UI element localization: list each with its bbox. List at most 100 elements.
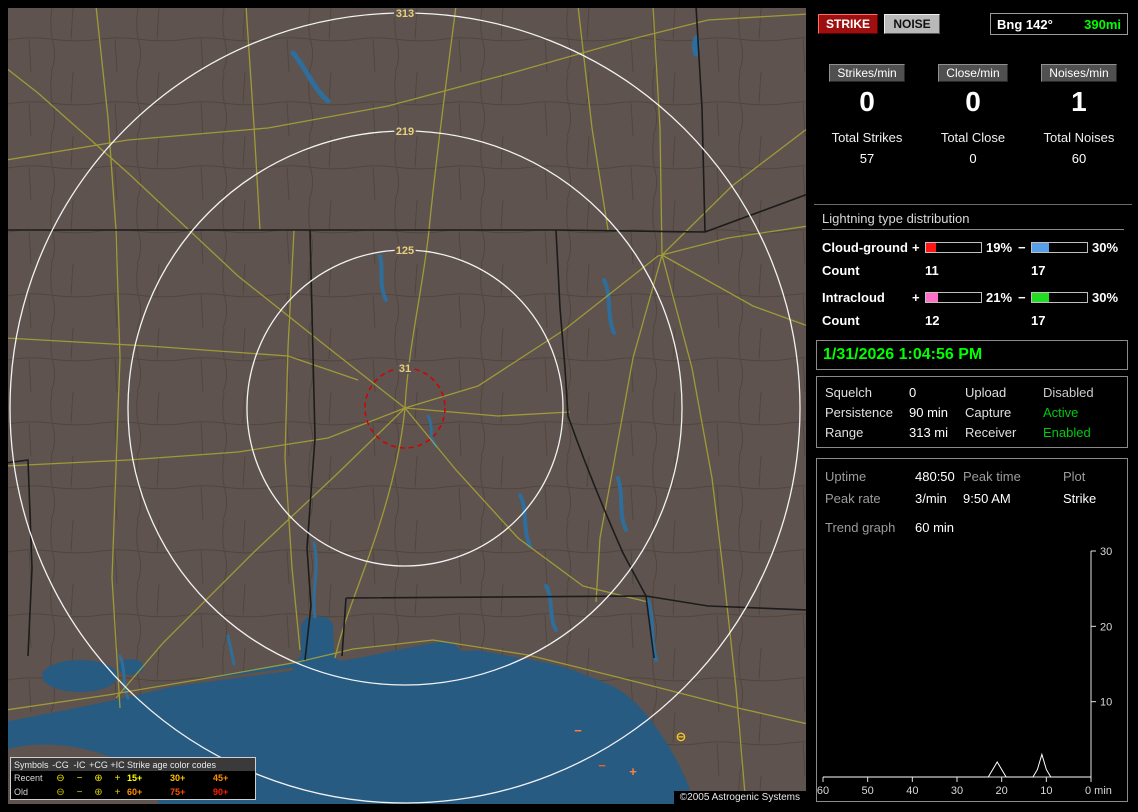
- svg-text:60: 60: [817, 785, 829, 797]
- ic-positive-count: 12: [925, 312, 940, 328]
- copyright-notice: ©2005 Astrogenic Systems: [673, 791, 806, 804]
- age-60: 60+: [127, 787, 143, 797]
- lightning-type-distribution: Lightning type distribution Cloud-ground…: [814, 204, 1132, 336]
- legend-symbols-title: Symbols: [14, 759, 49, 770]
- plus-sign: +: [912, 289, 920, 305]
- neg-cg-icon: ⊖: [56, 786, 65, 798]
- pos-ic-icon: +: [114, 772, 121, 784]
- noise-button[interactable]: NOISE: [884, 14, 940, 34]
- minus-sign: −: [1018, 239, 1026, 255]
- cg-positive-bar: [925, 241, 982, 253]
- age-90: 90+: [213, 787, 229, 797]
- legend-header: Symbols -CG -IC +CG +IC Strike age color…: [11, 758, 255, 771]
- ring-label-31: 31: [399, 363, 411, 375]
- trend-window-value: 60 min: [915, 519, 955, 535]
- trend-graph: 30 20 10 60 50 40 30 20 10 0 min: [817, 546, 1112, 797]
- svg-text:⊖: ⊖: [676, 729, 687, 744]
- distribution-title: Lightning type distribution: [822, 211, 1124, 230]
- range-value: 313 mi: [909, 424, 949, 440]
- intracloud-counts: Count 12 17: [814, 310, 1132, 330]
- bearing-readout: Bng 142° 390mi: [990, 13, 1128, 35]
- close-per-min-value: 0: [965, 86, 981, 117]
- status-box: Squelch 0 Upload Disabled Persistence 90…: [816, 376, 1128, 448]
- datetime-value: 1/31/2026 1:04:56 PM: [823, 346, 983, 363]
- total-noises-label: Total Noises: [1043, 130, 1115, 145]
- peak-rate-value: 3/min: [915, 490, 947, 506]
- rate-counters: Strikes/min 0 Total Strikes 57 Close/min…: [814, 64, 1132, 166]
- cg-negative-count: 17: [1031, 262, 1046, 278]
- noises-per-min-label: Noises/min: [1041, 64, 1117, 82]
- legend-age-title: Strike age color codes: [127, 759, 217, 770]
- ic-negative-pct: 30%: [1092, 289, 1119, 305]
- status-row: Persistence 90 min Capture Active: [825, 404, 1079, 420]
- total-close-label: Total Close: [940, 130, 1006, 145]
- total-strikes-label: Total Strikes: [831, 130, 903, 145]
- svg-text:10: 10: [1100, 697, 1112, 709]
- ring-label-125: 125: [396, 245, 414, 257]
- close-column: Close/min 0 Total Close 0: [920, 64, 1026, 166]
- neg-ic-icon: −: [76, 786, 83, 798]
- status-row: Squelch 0 Upload Disabled: [825, 384, 1094, 400]
- svg-text:+: +: [629, 764, 637, 779]
- noises-column: Noises/min 1 Total Noises 60: [1026, 64, 1132, 166]
- legend-row-recent: Recent ⊖ − ⊕ + 15+ 30+ 45+: [11, 771, 255, 785]
- svg-text:10: 10: [1040, 785, 1052, 797]
- ic-negative-bar: [1031, 291, 1088, 303]
- persistence-value: 90 min: [909, 404, 949, 420]
- ic-negative-count: 17: [1031, 312, 1046, 328]
- lightning-map[interactable]: 313 219 125 31 − − + ⊖ Symbols -CG -IC +CG …: [8, 8, 806, 804]
- stats-row-2: Peak rate 3/min 9:50 AM Strike: [825, 490, 1097, 506]
- legend-col-neg-cg: -CG: [52, 759, 69, 770]
- ic-positive-pct: 21%: [986, 289, 1013, 305]
- receiver-status: Enabled: [1043, 424, 1091, 440]
- capture-status: Active: [1043, 404, 1079, 420]
- svg-text:50: 50: [862, 785, 874, 797]
- cg-negative-bar: [1031, 241, 1088, 253]
- pos-cg-icon: ⊕: [94, 786, 103, 798]
- trend-graph-row: Trend graph 60 min: [825, 519, 955, 535]
- cg-positive-count: 11: [925, 262, 939, 278]
- strikes-per-min-label: Strikes/min: [829, 64, 905, 82]
- nexstorm-window: 313 219 125 31 − − + ⊖ Symbols -CG -IC +CG …: [0, 0, 1138, 812]
- plus-sign: +: [912, 239, 920, 255]
- plot-mode-value: Strike: [1063, 490, 1097, 506]
- neg-cg-icon: ⊖: [56, 772, 65, 784]
- legend-col-pos-cg: +CG: [89, 759, 108, 770]
- pos-cg-icon: ⊕: [94, 772, 103, 784]
- total-strikes-value: 57: [859, 151, 875, 166]
- svg-text:30: 30: [951, 785, 963, 797]
- uptime-value: 480:50: [915, 468, 955, 484]
- svg-text:0 min: 0 min: [1085, 785, 1112, 797]
- total-close-value: 0: [969, 151, 977, 166]
- ring-label-219: 219: [396, 126, 414, 138]
- svg-text:−: −: [574, 723, 582, 738]
- datetime-display: 1/31/2026 1:04:56 PM: [816, 340, 1128, 370]
- legend-row-old: Old ⊖ − ⊕ + 60+ 75+ 90+: [11, 785, 255, 799]
- map-canvas: 313 219 125 31 − − + ⊖: [8, 8, 806, 804]
- bearing-label: Bng 142°: [997, 16, 1053, 32]
- close-per-min-label: Close/min: [938, 64, 1008, 82]
- age-45: 45+: [213, 773, 229, 783]
- stats-row-1: Uptime 480:50 Peak time Plot: [825, 468, 1086, 484]
- total-noises-value: 60: [1071, 151, 1087, 166]
- ring-label-313: 313: [396, 8, 414, 20]
- upload-status: Disabled: [1043, 384, 1094, 400]
- legend-col-pos-ic: +IC: [110, 759, 125, 770]
- svg-text:20: 20: [1100, 621, 1112, 633]
- control-panel: STRIKE NOISE Bng 142° 390mi Strikes/min …: [814, 8, 1132, 804]
- svg-text:30: 30: [1100, 546, 1112, 558]
- svg-text:−: −: [598, 758, 606, 773]
- stats-box: Uptime 480:50 Peak time Plot Peak rate 3…: [816, 458, 1128, 802]
- noises-per-min-value: 1: [1071, 86, 1087, 117]
- squelch-value: 0: [909, 384, 917, 400]
- legend-col-neg-ic: -IC: [73, 759, 86, 770]
- intracloud-row: Intracloud + 21% − 30%: [814, 286, 1132, 308]
- age-15: 15+: [127, 773, 143, 783]
- strikes-per-min-value: 0: [859, 86, 875, 117]
- minus-sign: −: [1018, 289, 1026, 305]
- strikes-column: Strikes/min 0 Total Strikes 57: [814, 64, 920, 166]
- strike-button[interactable]: STRIKE: [818, 14, 878, 34]
- status-row: Range 313 mi Receiver Enabled: [825, 424, 1091, 440]
- legend: Symbols -CG -IC +CG +IC Strike age color…: [10, 757, 256, 800]
- svg-text:20: 20: [996, 785, 1008, 797]
